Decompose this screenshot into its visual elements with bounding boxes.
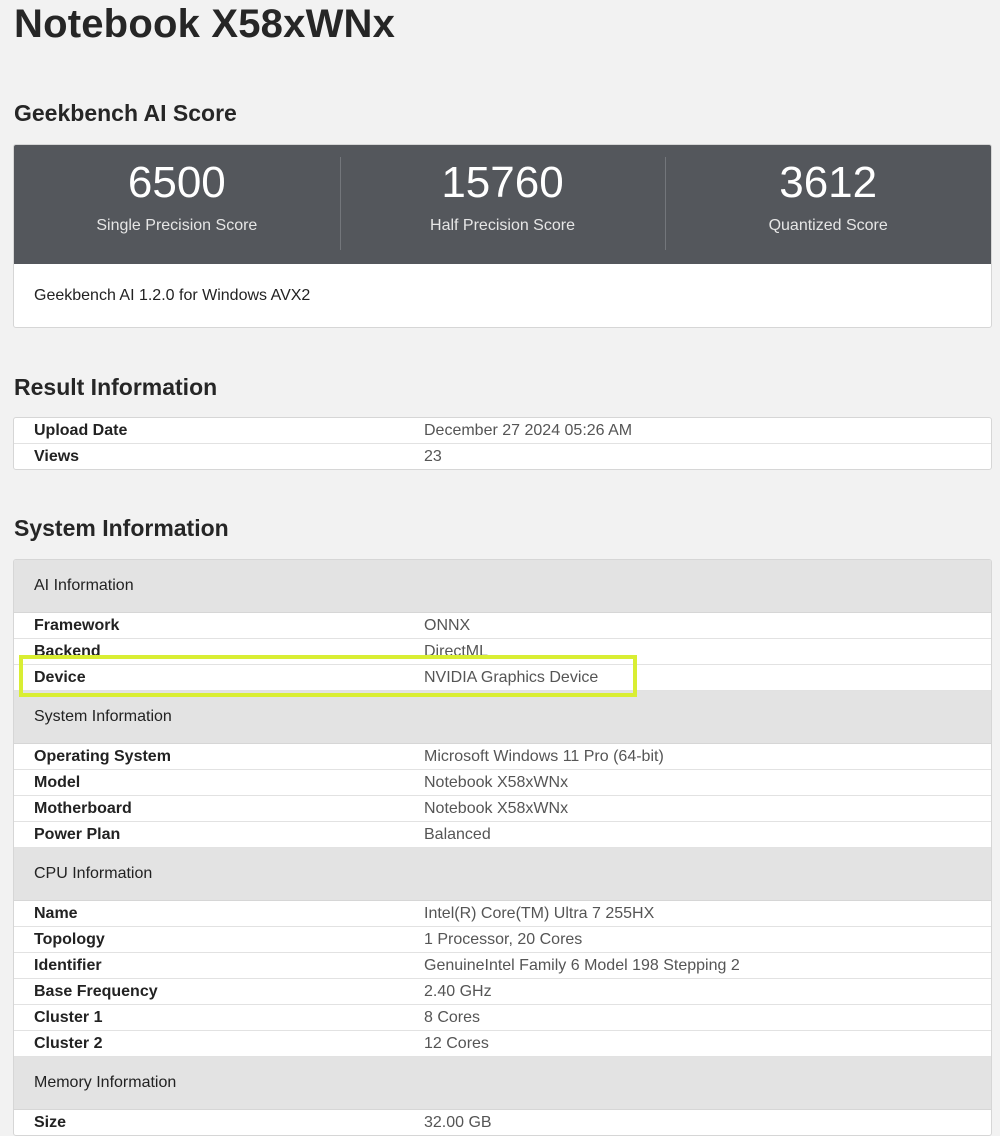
half-precision-score: 15760 Half Precision Score: [339, 145, 666, 264]
group-header-system: System Information: [14, 691, 991, 744]
row-key: Device: [34, 669, 86, 686]
row-value: 12 Cores: [424, 1035, 489, 1052]
row-key: Base Frequency: [34, 983, 158, 1000]
table-row: Cluster 1 8 Cores: [14, 1005, 991, 1031]
row-key: Upload Date: [34, 422, 128, 439]
score-label: Quantized Score: [768, 217, 888, 235]
quantized-score: 3612 Quantized Score: [665, 145, 991, 264]
row-value: 8 Cores: [424, 1009, 481, 1026]
row-value: Balanced: [424, 826, 491, 843]
table-row: Size 32.00 GB: [14, 1110, 991, 1135]
table-row: Backend DirectML: [14, 639, 991, 665]
row-key: Views: [34, 448, 80, 465]
row-value: NVIDIA Graphics Device: [424, 669, 599, 686]
row-value: GenuineIntel Family 6 Model 198 Stepping…: [424, 957, 740, 974]
system-section-title: System Information: [14, 515, 229, 541]
row-value: Intel(R) Core(TM) Ultra 7 255HX: [424, 905, 655, 922]
table-row: Device NVIDIA Graphics Device: [14, 665, 991, 691]
system-info-table: AI Information Framework ONNX Backend Di…: [13, 559, 992, 1136]
row-key: Motherboard: [34, 800, 132, 817]
benchmark-version: Geekbench AI 1.2.0 for Windows AVX2: [34, 287, 311, 304]
score-section-title: Geekbench AI Score: [14, 100, 237, 126]
table-row: Model Notebook X58xWNx: [14, 770, 991, 796]
row-key: Cluster 2: [34, 1035, 103, 1052]
row-key: Size: [34, 1114, 67, 1131]
result-info-table: Upload Date December 27 2024 05:26 AM Vi…: [13, 417, 992, 470]
table-row: Upload Date December 27 2024 05:26 AM: [14, 418, 991, 444]
row-value: 1 Processor, 20 Cores: [424, 931, 583, 948]
row-key: Model: [34, 774, 81, 791]
row-key: Name: [34, 905, 78, 922]
score-card: 6500 Single Precision Score 15760 Half P…: [13, 144, 992, 328]
table-row: Base Frequency 2.40 GHz: [14, 979, 991, 1005]
row-value: December 27 2024 05:26 AM: [424, 422, 633, 439]
table-row: Operating System Microsoft Windows 11 Pr…: [14, 744, 991, 770]
score-label: Single Precision Score: [96, 217, 258, 235]
page-title: Notebook X58xWNx: [14, 2, 396, 46]
group-title: AI Information: [34, 577, 134, 594]
table-row: Views 23: [14, 444, 991, 469]
score-band: 6500 Single Precision Score 15760 Half P…: [14, 145, 991, 264]
result-section-title: Result Information: [14, 374, 218, 400]
row-value: Notebook X58xWNx: [424, 774, 569, 791]
row-key: Identifier: [34, 957, 102, 974]
group-title: Memory Information: [34, 1074, 177, 1091]
score-label: Half Precision Score: [430, 217, 575, 235]
row-value: Microsoft Windows 11 Pro (64-bit): [424, 748, 664, 765]
row-key: Power Plan: [34, 826, 121, 843]
table-row: Motherboard Notebook X58xWNx: [14, 796, 991, 822]
table-row: Name Intel(R) Core(TM) Ultra 7 255HX: [14, 901, 991, 927]
score-value: 3612: [779, 158, 878, 207]
group-title: System Information: [34, 708, 172, 725]
table-row: Identifier GenuineIntel Family 6 Model 1…: [14, 953, 991, 979]
row-value: 23: [424, 448, 442, 465]
score-value: 15760: [441, 158, 564, 207]
row-key: Cluster 1: [34, 1009, 103, 1026]
row-value: 32.00 GB: [424, 1114, 492, 1131]
row-value: Notebook X58xWNx: [424, 800, 569, 817]
table-row: Power Plan Balanced: [14, 822, 991, 848]
row-value: 2.40 GHz: [424, 983, 492, 1000]
group-header-memory: Memory Information: [14, 1057, 991, 1110]
row-key: Framework: [34, 617, 120, 634]
table-row: Topology 1 Processor, 20 Cores: [14, 927, 991, 953]
row-value: DirectML: [424, 643, 489, 660]
group-title: CPU Information: [34, 865, 153, 882]
row-value: ONNX: [424, 617, 471, 634]
row-key: Operating System: [34, 748, 171, 765]
single-precision-score: 6500 Single Precision Score: [14, 145, 340, 264]
group-header-cpu: CPU Information: [14, 848, 991, 901]
row-key: Topology: [34, 931, 105, 948]
group-header-ai: AI Information: [14, 560, 991, 613]
table-row: Cluster 2 12 Cores: [14, 1031, 991, 1057]
table-row: Framework ONNX: [14, 613, 991, 639]
row-key: Backend: [34, 643, 101, 660]
score-value: 6500: [127, 158, 226, 207]
